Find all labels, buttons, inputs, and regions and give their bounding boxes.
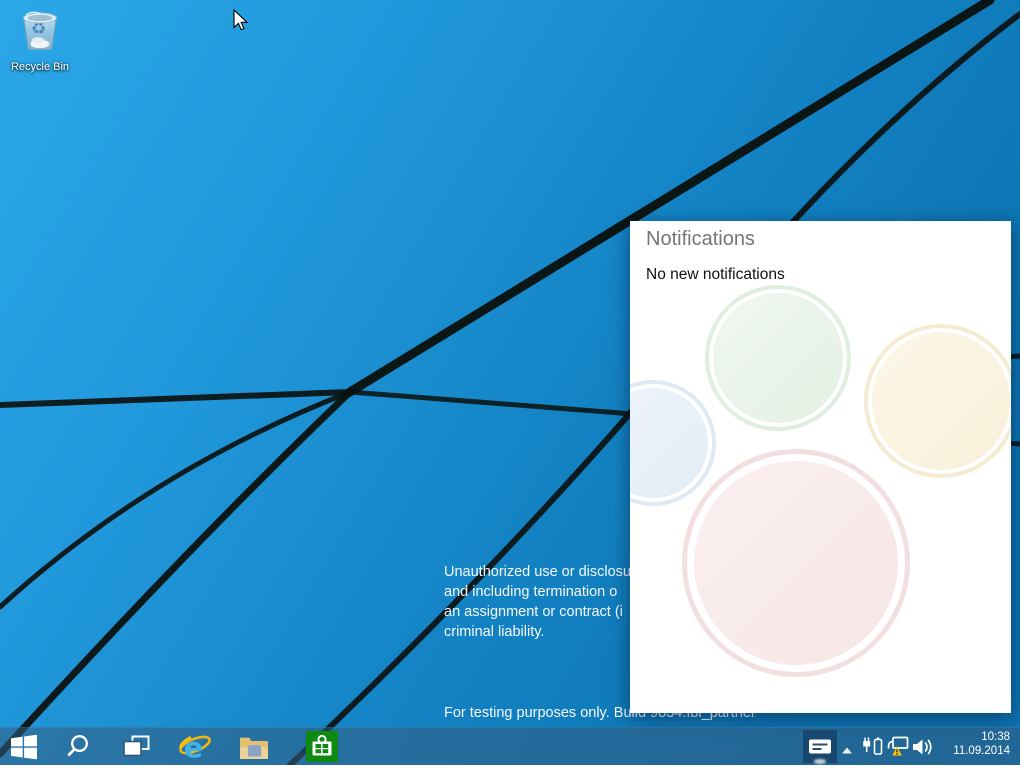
battery-tray-icon[interactable]	[861, 737, 883, 757]
start-button[interactable]	[11, 734, 37, 760]
watermark-line: and including termination o	[444, 582, 631, 602]
ie-icon: e	[178, 730, 212, 763]
keyboard-button-highlight	[814, 759, 826, 764]
taskbar[interactable]: e	[0, 727, 1020, 765]
store-button[interactable]	[306, 731, 338, 762]
file-explorer-button[interactable]	[239, 735, 269, 761]
touch-keyboard-button[interactable]	[803, 730, 837, 763]
magnifier-icon	[65, 733, 91, 760]
notifications-panel-title: Notifications	[646, 228, 755, 251]
stacked-windows-icon	[123, 735, 151, 758]
notifications-empty-message: No new notifications	[646, 266, 785, 284]
search-button[interactable]	[65, 733, 91, 760]
recycle-bin-desktop-icon[interactable]: ♻ Recycle Bin	[4, 6, 76, 73]
folder-icon	[239, 735, 269, 761]
watermark-line: an assignment or contract (i	[444, 602, 631, 622]
windows-flag-icon	[11, 734, 37, 760]
arrow-cursor-icon	[233, 9, 249, 33]
recycle-bin-icon: ♻	[17, 6, 63, 54]
decorative-circle-green	[713, 293, 843, 423]
decorative-circle-yellow	[872, 332, 1010, 470]
network-warning-icon	[885, 736, 910, 758]
shopping-bag-icon	[306, 731, 338, 762]
notifications-flyout[interactable]: Notifications No new notifications	[630, 221, 1011, 713]
chevron-up-icon	[840, 746, 854, 756]
taskbar-clock[interactable]: 10:38 11.09.2014	[930, 731, 1010, 758]
network-tray-icon[interactable]	[885, 736, 910, 758]
internet-explorer-button[interactable]: e	[178, 730, 212, 763]
nda-watermark: Unauthorized use or disclosu and includi…	[444, 562, 631, 642]
decorative-circle-red	[694, 461, 898, 665]
svg-text:e: e	[184, 731, 203, 763]
recycle-bin-label: Recycle Bin	[4, 61, 76, 73]
task-view-button[interactable]	[123, 735, 151, 758]
battery-icon	[861, 737, 883, 757]
clock-date: 11.09.2014	[930, 745, 1010, 759]
clock-time: 10:38	[930, 731, 1010, 745]
show-hidden-icons-button[interactable]	[840, 743, 854, 753]
watermark-line: criminal liability.	[444, 622, 631, 642]
watermark-line: Unauthorized use or disclosu	[444, 562, 631, 582]
mouse-cursor	[233, 9, 249, 38]
